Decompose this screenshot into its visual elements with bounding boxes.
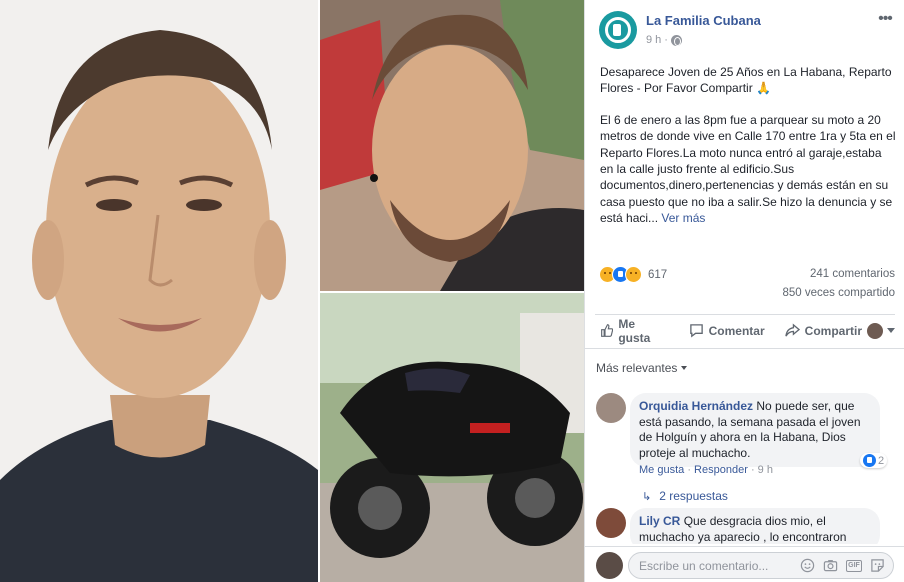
post-body-paragraph: El 6 de enero a las 8pm fue a parquear s… — [600, 112, 896, 227]
comment-like-link[interactable]: Me gusta — [639, 464, 684, 476]
selfie-photo[interactable] — [320, 0, 584, 291]
comment-input-wrapper: GIF — [628, 552, 894, 579]
comment-sort-dropdown[interactable]: Más relevantes — [596, 361, 688, 375]
post-text: Desaparece Joven de 25 Años en La Habana… — [600, 64, 896, 242]
post-photo-grid — [0, 0, 584, 582]
post-header: La Familia Cubana 9 h · ••• — [599, 10, 895, 50]
reaction-summary[interactable]: 617 — [599, 266, 667, 283]
portrait-photo[interactable] — [0, 0, 318, 582]
post-time[interactable]: 9 h — [646, 34, 661, 46]
sticker-icon[interactable] — [870, 558, 885, 573]
reply-arrow-icon: ↳ — [642, 490, 652, 503]
motorcycle-photo[interactable] — [320, 293, 584, 582]
emoji-icon[interactable] — [800, 558, 815, 573]
comment-button-label: Comentar — [708, 323, 765, 338]
post-stats: 617 241 comentarios 850 veces compartido — [599, 266, 895, 306]
comment-bubble: Lily CR Que desgracia dios mio, el mucha… — [630, 508, 880, 544]
globe-icon — [670, 34, 682, 46]
post-body-text: El 6 de enero a las 8pm fue a parquear s… — [600, 112, 896, 226]
comment-bubble: Orquidia Hernández No puede ser, que est… — [630, 393, 880, 467]
composer-icons: GIF — [800, 558, 885, 573]
thumbs-up-icon — [601, 324, 614, 337]
post-meta: 9 h · — [646, 34, 682, 46]
comment-author-link[interactable]: Lily CR — [639, 514, 680, 528]
comment-action-separator: · — [687, 464, 691, 476]
more-horizontal-icon[interactable]: ••• — [875, 11, 895, 28]
comment-reply-link[interactable]: Responder — [694, 464, 748, 476]
camera-icon[interactable] — [823, 558, 838, 573]
comment-item: Lily CR Que desgracia dios mio, el mucha… — [596, 508, 896, 544]
share-button-label: Compartir — [804, 323, 862, 338]
chevron-down-icon — [681, 366, 688, 370]
comment-time[interactable]: 9 h — [758, 464, 773, 476]
reaction-count[interactable]: 617 — [648, 269, 667, 281]
meta-separator: · — [664, 34, 668, 46]
comment-input[interactable] — [639, 557, 799, 575]
post-action-bar: Me gusta Comentar Compartir — [595, 314, 895, 346]
page-name-link[interactable]: La Familia Cubana — [646, 13, 761, 28]
share-arrow-icon — [784, 323, 800, 337]
chevron-down-icon — [887, 328, 895, 333]
comment-button[interactable]: Comentar — [684, 316, 770, 346]
comment-reaction-count: 2 — [878, 454, 885, 467]
comment-bubble-icon — [689, 324, 703, 338]
wow-reaction-icon — [625, 266, 642, 283]
replies-label: 2 respuestas — [659, 489, 728, 503]
commenter-avatar[interactable] — [596, 393, 626, 423]
comment-composer: GIF — [585, 546, 904, 582]
current-user-avatar — [596, 552, 623, 579]
post-panel: La Familia Cubana 9 h · ••• Desaparece J… — [584, 0, 904, 582]
like-button[interactable]: Me gusta — [595, 316, 670, 346]
comments-count-link[interactable]: 241 comentarios — [810, 268, 895, 280]
comment-author-link[interactable]: Orquidia Hernández — [639, 399, 753, 413]
post-title-text: Desaparece Joven de 25 Años en La Habana… — [600, 65, 892, 96]
gif-icon[interactable]: GIF — [846, 559, 862, 572]
comment-reaction-badge[interactable]: 2 — [860, 453, 888, 468]
comment-actions: Me gusta · Responder · 9 h — [639, 464, 773, 476]
page-avatar[interactable] — [599, 11, 637, 49]
comment-sort-label: Más relevantes — [596, 361, 678, 375]
like-button-label: Me gusta — [618, 316, 651, 345]
view-replies-link[interactable]: ↳ 2 respuestas — [642, 489, 728, 503]
react-as-selector[interactable] — [867, 322, 895, 339]
commenter-avatar[interactable] — [596, 508, 626, 538]
comment-action-separator: · — [750, 464, 755, 476]
section-divider — [585, 348, 904, 349]
share-button[interactable]: Compartir — [780, 316, 867, 346]
like-reaction-icon — [863, 454, 876, 467]
see-more-link[interactable]: Ver más — [661, 211, 705, 225]
user-mini-avatar — [867, 322, 883, 339]
shares-count-link[interactable]: 850 veces compartido — [782, 287, 895, 299]
